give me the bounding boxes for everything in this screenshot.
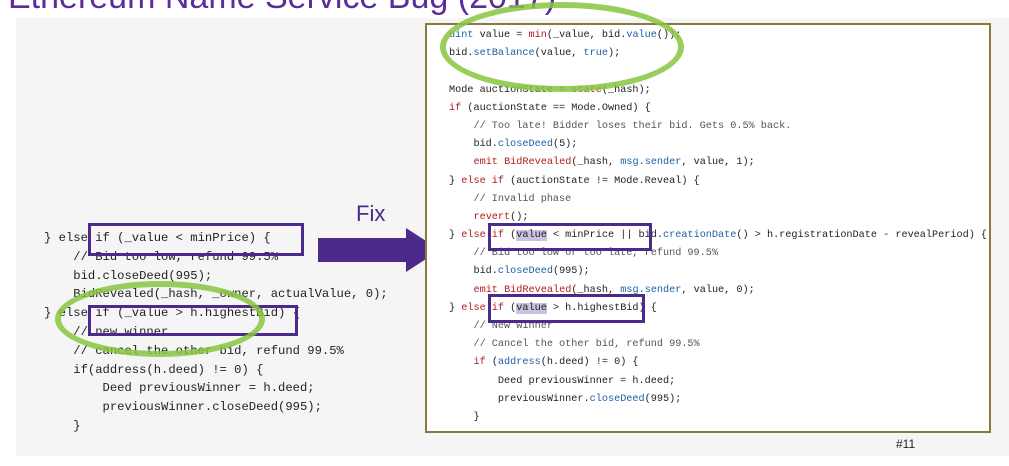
old-highest-bid-circle [55, 281, 265, 357]
fix-arrow-icon [318, 228, 440, 272]
old-code-line: } [44, 418, 81, 433]
fixed-code-line: emit BidRevealed(_hash, msg.sender, valu… [473, 157, 755, 169]
fixed-min-price-highlight-box [488, 223, 652, 251]
fixed-code-line: bid.closeDeed(5); [449, 139, 578, 151]
old-code-line: previousWinner.closeDeed(995); [44, 400, 322, 415]
old-min-price-highlight-box [88, 223, 304, 256]
fixed-code-line: // Cancel the other bid, refund 99.5% [449, 339, 700, 351]
old-code-line: Deed previousWinner = h.deed; [44, 381, 315, 396]
fixed-code-line: } else if (auctionState != Mode.Reveal) … [449, 175, 700, 187]
fix-label: Fix [356, 201, 386, 226]
fixed-code-line: } [449, 411, 480, 423]
slide-number: #11 [896, 437, 916, 451]
fixed-code-line: if (auctionState == Mode.Owned) { [449, 102, 651, 114]
slide-title: Ethereum Name Service Bug (2017) [8, 0, 556, 17]
fixed-code-line: // Invalid phase [449, 193, 572, 205]
fixed-highest-bid-highlight-box [488, 294, 645, 323]
old-code-line: if(address(h.deed) != 0) { [44, 362, 264, 377]
fixed-code-line: if (address(h.deed) != 0) { [473, 357, 639, 369]
fixed-code-line: previousWinner.closeDeed(995); [449, 393, 682, 405]
fixed-code-line: // Too late! Bidder loses their bid. Get… [449, 120, 792, 132]
fixed-code-line: bid.closeDeed(995); [449, 266, 590, 278]
fixed-code-line: Deed previousWinner = h.deed; [449, 375, 676, 387]
fixed-min-value-circle [440, 2, 684, 92]
